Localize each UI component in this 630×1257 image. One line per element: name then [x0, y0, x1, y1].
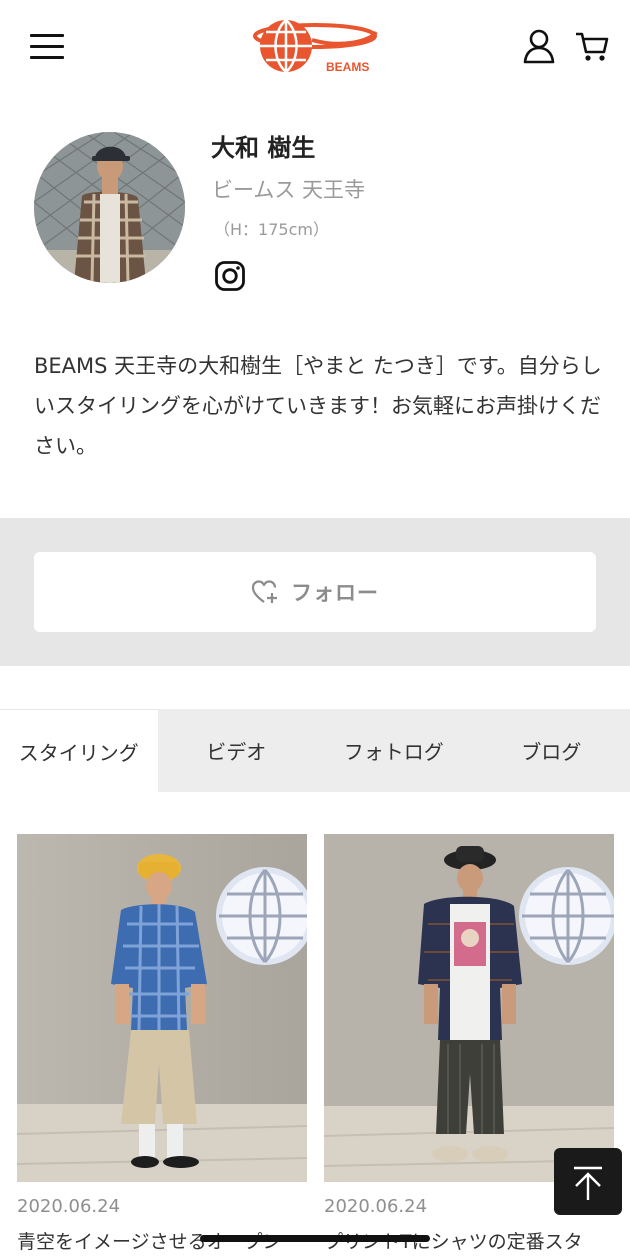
hamburger-menu-icon[interactable]: [30, 34, 64, 60]
follow-section: フォロー: [0, 518, 630, 666]
staff-avatar: [34, 132, 185, 283]
staff-shop[interactable]: ビームス 天王寺: [212, 174, 365, 204]
tab-video[interactable]: ビデオ: [158, 709, 316, 792]
content-tabs: スタイリング ビデオ フォトログ ブログ: [0, 709, 630, 792]
tab-styling[interactable]: スタイリング: [0, 709, 158, 792]
styling-date: 2020.06.24: [17, 1196, 121, 1217]
logo-text: BEAMS: [326, 60, 369, 74]
staff-height: （H：175cm）: [214, 220, 329, 239]
heart-plus-icon: [251, 580, 277, 603]
home-indicator: [200, 1235, 430, 1242]
site-header: BEAMS: [0, 0, 630, 96]
scroll-to-top-button[interactable]: [554, 1148, 622, 1215]
beams-logo[interactable]: BEAMS: [250, 18, 380, 76]
arrow-up-to-top-icon: [574, 1166, 602, 1200]
staff-name: 大和 樹生: [211, 134, 316, 162]
user-icon[interactable]: [522, 28, 556, 64]
styling-photo[interactable]: [17, 834, 307, 1182]
follow-label: フォロー: [291, 581, 379, 605]
tab-blog[interactable]: ブログ: [473, 709, 630, 792]
staff-bio: BEAMS 天王寺の大和樹生［やまと たつき］です。自分らしいスタイリングを心が…: [34, 354, 602, 458]
follow-button[interactable]: フォロー: [34, 552, 596, 632]
styling-card[interactable]: 2020.06.24 青空をイメージさせるオープン: [17, 834, 307, 1254]
cart-icon[interactable]: [574, 28, 610, 64]
instagram-icon[interactable]: [214, 260, 246, 292]
tab-photolog[interactable]: フォトログ: [315, 709, 473, 792]
styling-photo[interactable]: [324, 834, 614, 1182]
